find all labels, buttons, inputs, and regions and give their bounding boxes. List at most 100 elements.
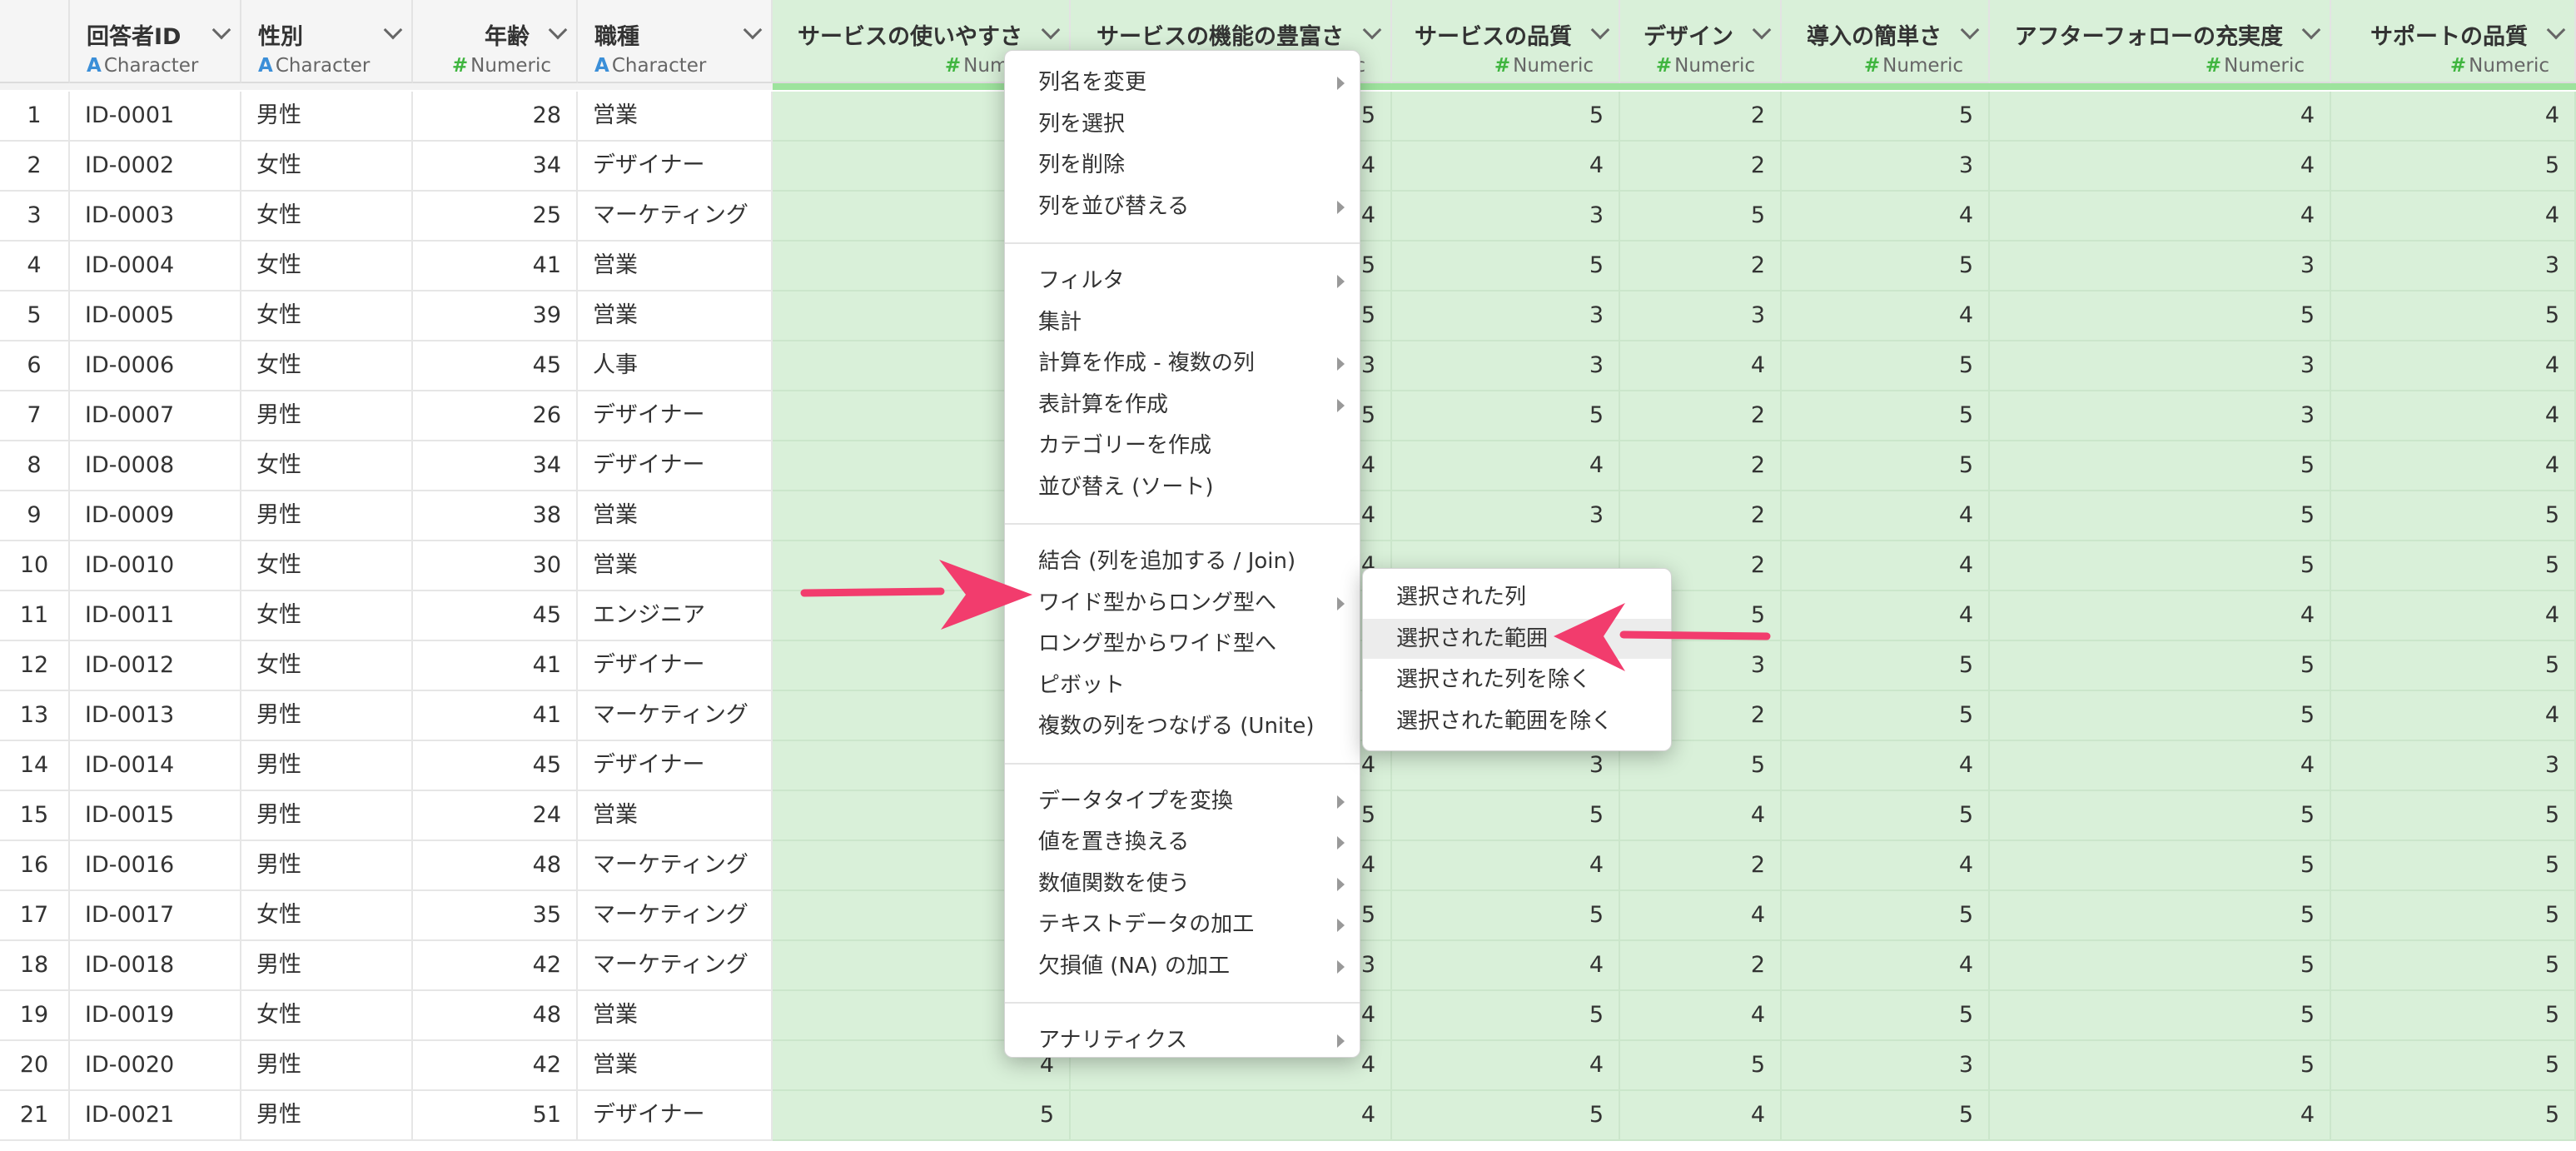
column-header-7[interactable]: サービスの品質 # Numeric bbox=[1392, 0, 1620, 83]
table-cell[interactable]: 5 bbox=[1990, 541, 2331, 591]
table-cell[interactable]: 4 bbox=[1782, 841, 1990, 891]
table-cell[interactable]: 4 bbox=[2331, 591, 2576, 641]
table-cell[interactable]: デザイナー bbox=[578, 1091, 773, 1141]
table-cell[interactable]: 5 bbox=[773, 1091, 1071, 1141]
table-cell[interactable]: マーケティング bbox=[578, 691, 773, 741]
table-cell[interactable]: 男性 bbox=[241, 791, 413, 841]
table-cell[interactable]: 4 bbox=[1782, 491, 1990, 541]
table-cell[interactable]: 34 bbox=[413, 142, 578, 192]
menu-item[interactable]: 計算を作成 - 複数の列 bbox=[1005, 343, 1360, 383]
table-cell[interactable]: 男性 bbox=[241, 491, 413, 541]
table-cell[interactable]: 4 bbox=[1990, 92, 2331, 142]
menu-item[interactable]: 結合 (列を追加する / Join) bbox=[1005, 541, 1360, 581]
table-cell[interactable]: 5 bbox=[1990, 841, 2331, 891]
table-cell[interactable]: 5 bbox=[1392, 92, 1620, 142]
table-cell[interactable]: 5 bbox=[1392, 991, 1620, 1041]
menu-item[interactable]: テキストデータの加工 bbox=[1005, 904, 1360, 944]
table-cell[interactable]: 5 bbox=[2331, 291, 2576, 341]
table-cell[interactable]: 営業 bbox=[578, 991, 773, 1041]
table-cell[interactable]: 3 bbox=[1990, 242, 2331, 291]
table-cell[interactable]: 5 bbox=[1782, 791, 1990, 841]
table-cell[interactable]: 営業 bbox=[578, 491, 773, 541]
chevron-down-icon[interactable] bbox=[548, 20, 568, 40]
table-cell[interactable]: ID-0016 bbox=[70, 841, 241, 891]
table-cell[interactable]: 41 bbox=[413, 641, 578, 691]
table-cell[interactable]: 男性 bbox=[241, 391, 413, 441]
table-cell[interactable]: 5 bbox=[1990, 291, 2331, 341]
table-cell[interactable]: 5 bbox=[2331, 1091, 2576, 1141]
table-cell[interactable]: 2 bbox=[1620, 491, 1782, 541]
table-cell[interactable]: 4 bbox=[2331, 92, 2576, 142]
table-cell[interactable]: 女性 bbox=[241, 341, 413, 391]
table-cell[interactable]: 5 bbox=[1990, 991, 2331, 1041]
chevron-down-icon[interactable] bbox=[1752, 20, 1772, 40]
submenu-item[interactable]: 選択された範囲を除く bbox=[1363, 701, 1671, 741]
chevron-down-icon[interactable] bbox=[1041, 20, 1061, 40]
menu-item[interactable]: カテゴリーを作成 bbox=[1005, 426, 1360, 466]
menu-item[interactable]: フィルタ bbox=[1005, 261, 1360, 301]
chevron-down-icon[interactable] bbox=[1590, 20, 1610, 40]
table-cell[interactable]: 3 bbox=[2331, 242, 2576, 291]
chevron-down-icon[interactable] bbox=[211, 20, 231, 40]
table-cell[interactable]: 5 bbox=[1782, 991, 1990, 1041]
table-cell[interactable]: 5 bbox=[1990, 1041, 2331, 1091]
table-cell[interactable]: デザイナー bbox=[578, 391, 773, 441]
table-cell[interactable]: 4 bbox=[1990, 1091, 2331, 1141]
table-cell[interactable]: 4 bbox=[1620, 991, 1782, 1041]
submenu-item[interactable]: 選択された列 bbox=[1363, 577, 1671, 617]
table-cell[interactable]: マーケティング bbox=[578, 192, 773, 242]
table-cell[interactable]: 女性 bbox=[241, 291, 413, 341]
table-cell[interactable]: ID-0010 bbox=[70, 541, 241, 591]
table-cell[interactable]: デザイナー bbox=[578, 441, 773, 491]
table-cell[interactable]: 4 bbox=[2331, 441, 2576, 491]
table-cell[interactable]: 5 bbox=[1392, 791, 1620, 841]
table-cell[interactable]: 5 bbox=[2331, 1041, 2576, 1091]
menu-item[interactable]: 列名を変更 bbox=[1005, 62, 1360, 102]
chevron-down-icon[interactable] bbox=[2301, 20, 2321, 40]
menu-item[interactable]: 欠損値 (NA) の加工 bbox=[1005, 946, 1360, 986]
table-cell[interactable]: 営業 bbox=[578, 291, 773, 341]
table-cell[interactable]: 4 bbox=[1392, 441, 1620, 491]
menu-item[interactable]: ピボット bbox=[1005, 665, 1360, 705]
table-cell[interactable]: 4 bbox=[1620, 1091, 1782, 1141]
table-cell[interactable]: 5 bbox=[1392, 391, 1620, 441]
table-cell[interactable]: 男性 bbox=[241, 1091, 413, 1141]
table-cell[interactable]: 5 bbox=[2331, 491, 2576, 541]
column-header-8[interactable]: デザイン # Numeric bbox=[1620, 0, 1782, 83]
table-cell[interactable]: 3 bbox=[1392, 341, 1620, 391]
table-cell[interactable]: ID-0007 bbox=[70, 391, 241, 441]
table-cell[interactable]: 営業 bbox=[578, 1041, 773, 1091]
menu-item[interactable]: 列を並び替える bbox=[1005, 187, 1360, 227]
table-cell[interactable]: 3 bbox=[1990, 341, 2331, 391]
table-cell[interactable]: 2 bbox=[1620, 941, 1782, 991]
table-cell[interactable]: 男性 bbox=[241, 741, 413, 791]
table-cell[interactable]: 30 bbox=[413, 541, 578, 591]
table-cell[interactable]: ID-0011 bbox=[70, 591, 241, 641]
table-cell[interactable]: 5 bbox=[1990, 941, 2331, 991]
column-header-4[interactable]: 職種 A Character bbox=[578, 0, 773, 83]
table-cell[interactable]: 42 bbox=[413, 1041, 578, 1091]
table-cell[interactable]: 35 bbox=[413, 891, 578, 941]
table-cell[interactable]: 5 bbox=[1392, 891, 1620, 941]
table-cell[interactable]: ID-0001 bbox=[70, 92, 241, 142]
table-cell[interactable]: 5 bbox=[2331, 541, 2576, 591]
table-cell[interactable]: 女性 bbox=[241, 242, 413, 291]
table-cell[interactable]: 4 bbox=[1990, 192, 2331, 242]
table-cell[interactable]: 男性 bbox=[241, 1041, 413, 1091]
table-cell[interactable]: 3 bbox=[1620, 291, 1782, 341]
menu-item[interactable]: 集計 bbox=[1005, 302, 1360, 342]
table-cell[interactable]: ID-0002 bbox=[70, 142, 241, 192]
table-cell[interactable]: 5 bbox=[1782, 341, 1990, 391]
table-cell[interactable]: 4 bbox=[1782, 192, 1990, 242]
table-cell[interactable]: 4 bbox=[2331, 192, 2576, 242]
column-header-10[interactable]: アフターフォローの充実度 # Numeric bbox=[1990, 0, 2331, 83]
menu-item[interactable]: データタイプを変換 bbox=[1005, 781, 1360, 821]
table-cell[interactable]: 4 bbox=[1620, 891, 1782, 941]
menu-item[interactable]: 並び替え (ソート) bbox=[1005, 467, 1360, 507]
table-cell[interactable]: 5 bbox=[1990, 641, 2331, 691]
table-cell[interactable]: 男性 bbox=[241, 92, 413, 142]
table-cell[interactable]: エンジニア bbox=[578, 591, 773, 641]
column-header-3[interactable]: 年齢 # Numeric bbox=[413, 0, 578, 83]
table-cell[interactable]: 5 bbox=[1782, 441, 1990, 491]
table-cell[interactable]: 5 bbox=[1990, 891, 2331, 941]
